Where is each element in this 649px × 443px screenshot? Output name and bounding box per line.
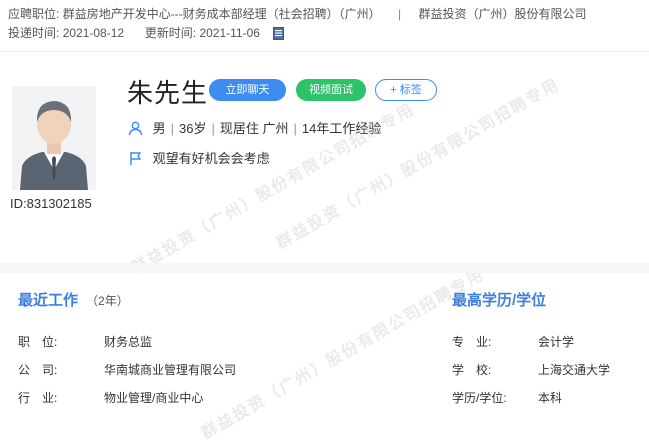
flag-icon [130, 152, 142, 165]
header-line-position: 应聘职位: 群益房地产开发中心---财务成本部经理（社会招聘）（广州） | 群益… [8, 5, 587, 22]
header-line-dates: 投递时间: 2021-08-12 更新时间: 2021-11-06 [8, 24, 285, 41]
edu-value-degree: 本科 [538, 391, 563, 405]
work-key-company: 公 司: [18, 363, 58, 377]
job-status-text: 观望有好机会会考虑 [152, 151, 270, 166]
experience: 14年工作经验 [301, 121, 382, 136]
video-interview-button[interactable]: 视频面试 [296, 79, 366, 101]
recent-work-years: （2年） [86, 294, 129, 308]
work-key-position: 职 位: [18, 335, 58, 349]
edu-value-major: 会计学 [538, 335, 575, 349]
update-time-label: 更新时间: [144, 26, 197, 40]
age: 36岁 [179, 121, 207, 136]
work-value-industry: 物业管理/商业中心 [104, 391, 204, 405]
chat-now-button[interactable]: 立即聊天 [209, 79, 286, 101]
avatar-icon [12, 86, 96, 190]
recent-work-title: 最近工作 （2年） [18, 289, 129, 310]
candidate-basic-info: 男 | 36岁 | 现居住 广州 | 14年工作经验 [128, 118, 381, 137]
candidate-id: ID:831302185 [10, 196, 92, 211]
apply-time-value: 2021-08-12 [62, 26, 125, 40]
edu-key-school: 学 校: [452, 363, 492, 377]
residence: 现居住 广州 [219, 121, 289, 136]
job-status: 观望有好机会会考虑 [129, 148, 270, 167]
recent-work-heading: 最近工作 [18, 292, 79, 309]
work-value-position: 财务总监 [104, 335, 153, 349]
apply-time-label: 投递时间: [8, 26, 60, 40]
edu-key-degree: 学历/学位: [452, 391, 507, 405]
edu-key-major: 专 业: [452, 335, 492, 349]
edu-value-school: 上海交通大学 [538, 363, 611, 377]
gender: 男 [152, 121, 166, 136]
separator: | [398, 7, 402, 21]
document-icon[interactable] [273, 27, 285, 40]
watermark: 群益投资（广州）股份有限公司招聘专用 [198, 265, 488, 443]
position-value[interactable]: 群益房地产开发中心---财务成本部经理（社会招聘）（广州） [63, 7, 381, 21]
work-value-company: 华南城商业管理有限公司 [104, 363, 237, 377]
add-tag-button[interactable]: + 标签 [375, 79, 437, 101]
company-name: 群益投资（广州）股份有限公司 [418, 7, 587, 21]
work-key-industry: 行 业: [18, 391, 58, 405]
education-title: 最高学历/学位 [452, 292, 547, 309]
update-time-value: 2021-11-06 [199, 26, 260, 40]
resume-header: 应聘职位: 群益房地产开发中心---财务成本部经理（社会招聘）（广州） | 群益… [0, 0, 649, 52]
avatar [12, 86, 96, 190]
section-divider [0, 263, 649, 273]
position-label: 应聘职位: [8, 7, 60, 21]
candidate-name: 朱先生 [127, 78, 209, 108]
person-icon [128, 121, 143, 136]
